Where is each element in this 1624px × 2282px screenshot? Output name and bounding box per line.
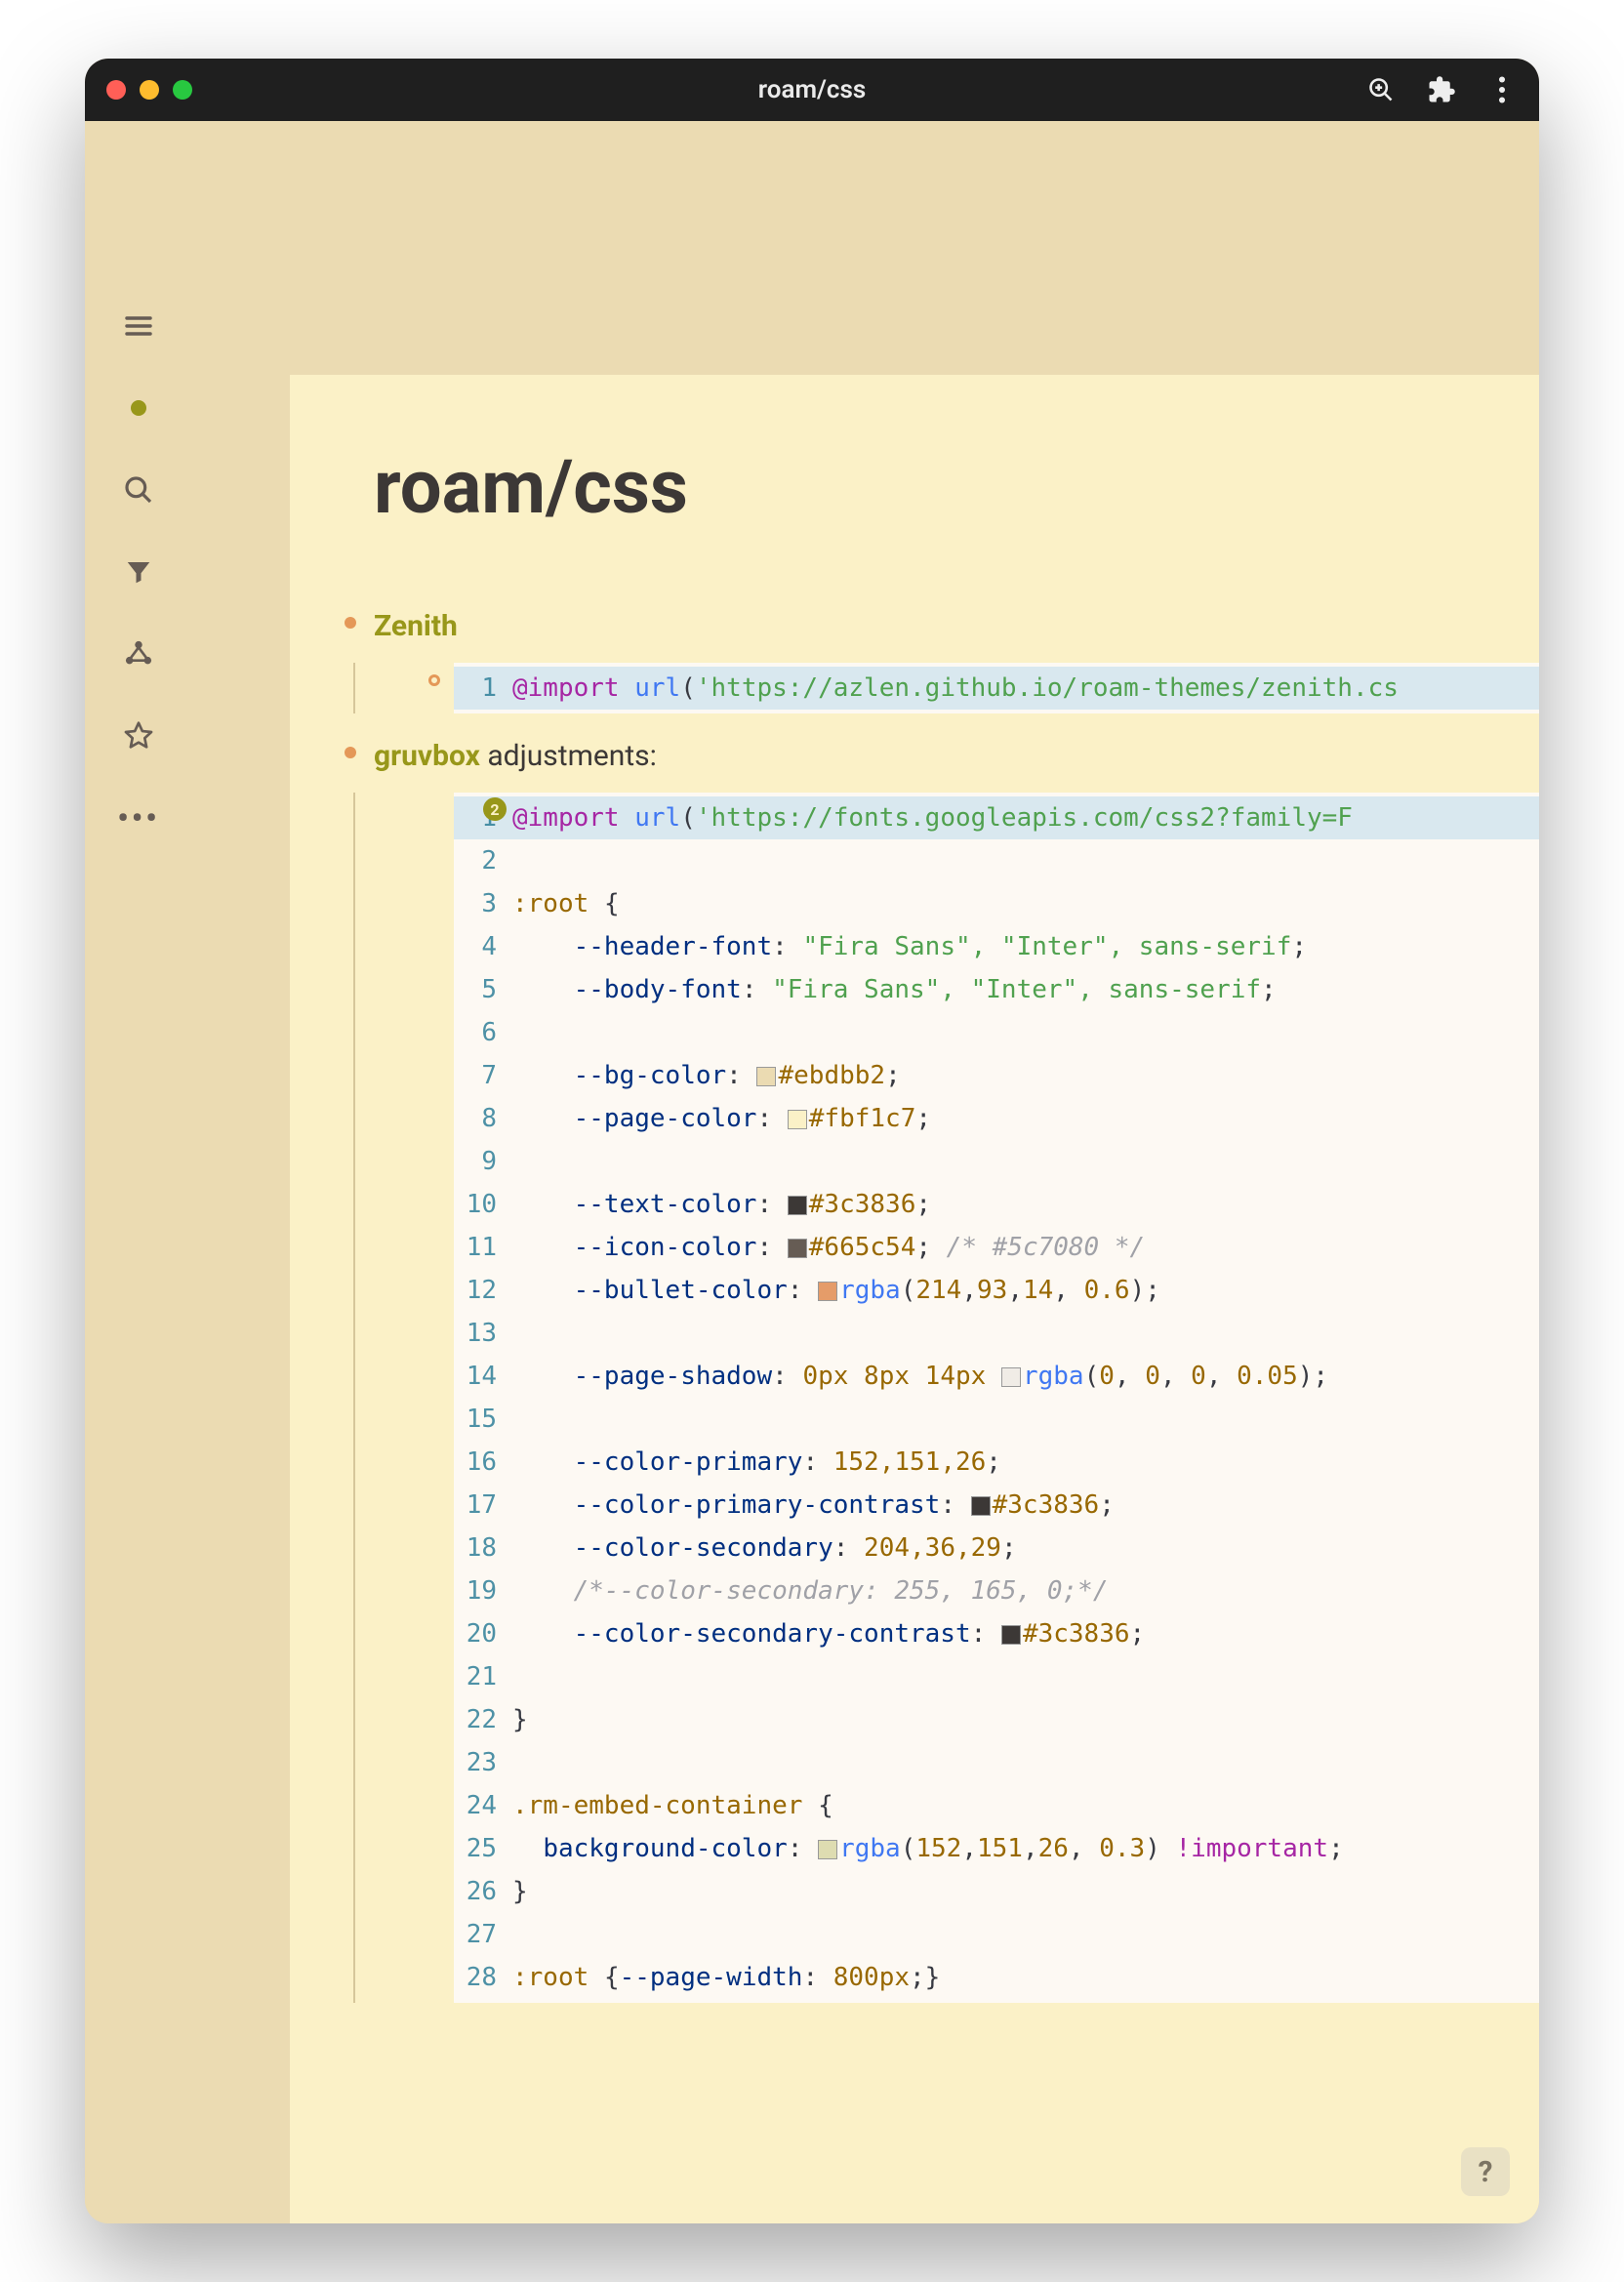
graph-icon[interactable] (119, 634, 158, 673)
daily-notes-icon[interactable] (119, 388, 158, 428)
code-line: 8 --page-color: #fbf1c7; (454, 1097, 1539, 1140)
code-line: 5 --body-font: "Fira Sans", "Inter", san… (454, 968, 1539, 1011)
left-sidebar: ••• (85, 121, 192, 2223)
help-button[interactable]: ? (1461, 2147, 1510, 2196)
code-line: 24.rm-embed-container { (454, 1784, 1539, 1827)
code-line: 7 --bg-color: #ebdbb2; (454, 1054, 1539, 1097)
code-line: 3:root { (454, 882, 1539, 925)
bullet-icon[interactable] (345, 747, 356, 758)
app-body: ••• roam/css Zenith 1 (85, 121, 1539, 2223)
page: roam/css Zenith 1 @import url(@import ur… (290, 375, 1539, 2223)
extensions-icon[interactable] (1426, 74, 1457, 105)
code-line: 12 --bullet-color: rgba(214,93,14, 0.6); (454, 1269, 1539, 1312)
reference-count-badge[interactable]: 2 (483, 797, 507, 821)
maximize-window-button[interactable] (173, 80, 192, 100)
code-line: 6 (454, 1011, 1539, 1054)
code-line: 19 /*--color-secondary: 255, 165, 0;*/ (454, 1569, 1539, 1612)
zoom-icon[interactable] (1365, 74, 1397, 105)
code-line: 15 (454, 1398, 1539, 1441)
code-line: 9 (454, 1140, 1539, 1183)
bullet-icon[interactable] (345, 617, 356, 629)
minimize-window-button[interactable] (140, 80, 159, 100)
block: Zenith (345, 609, 1539, 643)
code-line: 13 (454, 1312, 1539, 1355)
code-line: 14 --page-shadow: 0px 8px 14px rgba(0, 0… (454, 1355, 1539, 1398)
page-wrap: roam/css Zenith 1 @import url(@import ur… (192, 121, 1539, 2223)
code-line: 23 (454, 1741, 1539, 1784)
code-editor[interactable]: 1@import url('https://fonts.googleapis.c… (454, 793, 1539, 2003)
code-line: 11 --icon-color: #665c54; /* #5c7080 */ (454, 1226, 1539, 1269)
search-icon[interactable] (119, 470, 158, 509)
code-block: 2 1@import url('https://fonts.googleapis… (454, 793, 1539, 2003)
code-line: 18 --color-secondary: 204,36,29; (454, 1527, 1539, 1569)
titlebar: roam/css (85, 59, 1539, 121)
code-line: 20 --color-secondary-contrast: #3c3836; (454, 1612, 1539, 1655)
code-line: 4 --header-font: "Fira Sans", "Inter", s… (454, 925, 1539, 968)
traffic-lights (106, 80, 192, 100)
code-line[interactable]: 1 @import url(@import url('https://azlen… (454, 667, 1539, 710)
code-line: 28:root {--page-width: 800px;} (454, 1956, 1539, 1999)
code-line: 25 background-color: rgba(152,151,26, 0.… (454, 1827, 1539, 1870)
window-title: roam/css (758, 75, 866, 104)
code-line: 16 --color-primary: 152,151,26; (454, 1441, 1539, 1484)
star-icon[interactable] (119, 716, 158, 755)
block-text[interactable]: Zenith (374, 609, 458, 643)
filter-icon[interactable] (119, 552, 158, 591)
code-editor[interactable]: 1 @import url(@import url('https://azlen… (454, 663, 1539, 713)
code-block: 1 @import url(@import url('https://azlen… (454, 663, 1539, 713)
code-line: 26} (454, 1870, 1539, 1913)
block-text[interactable]: gruvbox adjustments: (374, 739, 657, 773)
code-line: 22} (454, 1698, 1539, 1741)
code-line: 10 --text-color: #3c3836; (454, 1183, 1539, 1226)
block: gruvbox adjustments: (345, 739, 1539, 773)
close-window-button[interactable] (106, 80, 126, 100)
code-line: 17 --color-primary-contrast: #3c3836; (454, 1484, 1539, 1527)
code-line: 27 (454, 1913, 1539, 1956)
page-title[interactable]: roam/css (345, 443, 1539, 531)
code-line: 21 (454, 1655, 1539, 1698)
code-line: 1@import url('https://fonts.googleapis.c… (454, 796, 1539, 839)
app-window: roam/css (85, 59, 1539, 2223)
menu-dots-icon[interactable] (1486, 74, 1518, 105)
more-icon[interactable]: ••• (119, 798, 158, 837)
bullet-icon[interactable] (428, 674, 440, 686)
code-line: 2 (454, 839, 1539, 882)
menu-icon[interactable] (119, 306, 158, 346)
